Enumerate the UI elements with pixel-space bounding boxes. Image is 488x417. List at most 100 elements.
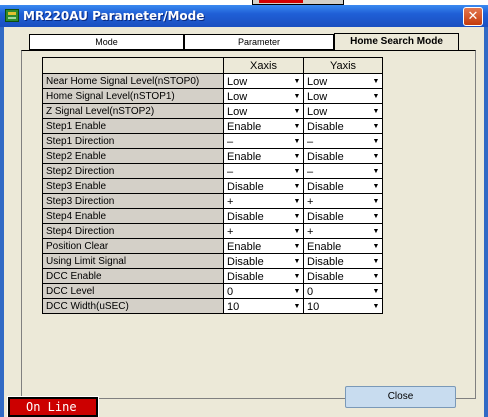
yaxis-dropdown[interactable]: Disable ▼ (305, 210, 381, 223)
yaxis-dropdown[interactable]: Enable ▼ (305, 240, 381, 253)
table-row: Step3 Direction + ▼ + ▼ (42, 193, 383, 209)
yaxis-dropdown[interactable]: Disable ▼ (305, 255, 381, 268)
xaxis-dropdown[interactable]: Enable ▼ (225, 240, 302, 253)
xaxis-cell: 10 ▼ (223, 298, 304, 314)
xaxis-dropdown[interactable]: + ▼ (225, 225, 302, 238)
xaxis-dropdown[interactable]: Disable ▼ (225, 180, 302, 193)
chevron-down-icon[interactable]: ▼ (292, 135, 302, 148)
chevron-down-icon[interactable]: ▼ (371, 240, 381, 253)
xaxis-dropdown[interactable]: + ▼ (225, 195, 302, 208)
yaxis-cell: – ▼ (303, 163, 383, 179)
xaxis-dropdown[interactable]: Disable ▼ (225, 255, 302, 268)
chevron-down-icon[interactable]: ▼ (292, 300, 302, 313)
chevron-down-icon[interactable]: ▼ (371, 105, 381, 118)
yaxis-dropdown[interactable]: Low ▼ (305, 105, 381, 118)
chevron-down-icon[interactable]: ▼ (371, 210, 381, 223)
title-bar[interactable]: MR220AU Parameter/Mode ✕ (0, 5, 488, 27)
xaxis-cell: Low ▼ (223, 73, 304, 89)
xaxis-dropdown[interactable]: – ▼ (225, 135, 302, 148)
chevron-down-icon[interactable]: ▼ (371, 150, 381, 163)
dropdown-value: Low (307, 106, 328, 118)
chevron-down-icon[interactable]: ▼ (371, 90, 381, 103)
close-button[interactable]: Close (345, 386, 456, 408)
background-red-indicator (259, 0, 303, 3)
yaxis-dropdown[interactable]: 10 ▼ (305, 300, 381, 313)
chevron-down-icon[interactable]: ▼ (371, 285, 381, 298)
yaxis-dropdown[interactable]: Disable ▼ (305, 180, 381, 193)
chevron-down-icon[interactable]: ▼ (292, 210, 302, 223)
xaxis-dropdown[interactable]: Low ▼ (225, 90, 302, 103)
tab-parameter[interactable]: Parameter (184, 34, 334, 50)
chevron-down-icon[interactable]: ▼ (292, 180, 302, 193)
yaxis-dropdown[interactable]: + ▼ (305, 225, 381, 238)
xaxis-cell: – ▼ (223, 163, 304, 179)
yaxis-dropdown[interactable]: 0 ▼ (305, 285, 381, 298)
chevron-down-icon[interactable]: ▼ (292, 270, 302, 283)
xaxis-dropdown[interactable]: 10 ▼ (225, 300, 302, 313)
chevron-down-icon[interactable]: ▼ (371, 165, 381, 178)
xaxis-cell: + ▼ (223, 193, 304, 209)
chevron-down-icon[interactable]: ▼ (371, 270, 381, 283)
row-label: DCC Enable (42, 268, 224, 284)
yaxis-dropdown[interactable]: + ▼ (305, 195, 381, 208)
chevron-down-icon[interactable]: ▼ (292, 75, 302, 88)
chevron-down-icon[interactable]: ▼ (292, 240, 302, 253)
yaxis-dropdown[interactable]: Low ▼ (305, 90, 381, 103)
window-close-button[interactable]: ✕ (463, 7, 483, 26)
dropdown-value: Disable (307, 211, 344, 223)
xaxis-cell: + ▼ (223, 223, 304, 239)
chevron-down-icon[interactable]: ▼ (292, 195, 302, 208)
chevron-down-icon[interactable]: ▼ (371, 75, 381, 88)
yaxis-cell: Disable ▼ (303, 253, 383, 269)
dropdown-value: Low (307, 76, 328, 88)
xaxis-dropdown[interactable]: Low ▼ (225, 105, 302, 118)
chevron-down-icon[interactable]: ▼ (292, 225, 302, 238)
table-row: Step1 Enable Enable ▼ Disable ▼ (42, 118, 383, 134)
chevron-down-icon[interactable]: ▼ (371, 135, 381, 148)
yaxis-dropdown[interactable]: Disable ▼ (305, 120, 381, 133)
dropdown-value: Low (227, 91, 248, 103)
row-label: Step1 Direction (42, 133, 224, 149)
chevron-down-icon[interactable]: ▼ (371, 225, 381, 238)
chevron-down-icon[interactable]: ▼ (371, 120, 381, 133)
yaxis-dropdown[interactable]: Disable ▼ (305, 270, 381, 283)
chevron-down-icon[interactable]: ▼ (371, 195, 381, 208)
xaxis-dropdown[interactable]: Disable ▼ (225, 270, 302, 283)
yaxis-dropdown[interactable]: – ▼ (305, 165, 381, 178)
chevron-down-icon[interactable]: ▼ (292, 90, 302, 103)
row-label: Step3 Direction (42, 193, 224, 209)
chevron-down-icon[interactable]: ▼ (371, 180, 381, 193)
tab-home-search-mode[interactable]: Home Search Mode (334, 33, 459, 50)
xaxis-cell: Disable ▼ (223, 268, 304, 284)
xaxis-dropdown[interactable]: 0 ▼ (225, 285, 302, 298)
tab-mode[interactable]: Mode (29, 34, 184, 50)
chevron-down-icon[interactable]: ▼ (371, 255, 381, 268)
xaxis-dropdown[interactable]: – ▼ (225, 165, 302, 178)
row-label: Position Clear (42, 238, 224, 254)
chevron-down-icon[interactable]: ▼ (292, 285, 302, 298)
yaxis-dropdown[interactable]: – ▼ (305, 135, 381, 148)
xaxis-dropdown[interactable]: Disable ▼ (225, 210, 302, 223)
xaxis-dropdown[interactable]: Low ▼ (225, 75, 302, 88)
yaxis-dropdown[interactable]: Low ▼ (305, 75, 381, 88)
row-label: DCC Level (42, 283, 224, 299)
chevron-down-icon[interactable]: ▼ (371, 300, 381, 313)
dropdown-value: Disable (227, 256, 264, 268)
chevron-down-icon[interactable]: ▼ (292, 255, 302, 268)
dropdown-value: Disable (227, 181, 264, 193)
xaxis-dropdown[interactable]: Enable ▼ (225, 120, 302, 133)
window-client-area: Mode Parameter Home Search Mode Xaxis Ya… (4, 27, 484, 417)
column-header-xaxis: Xaxis (223, 57, 304, 74)
chevron-down-icon[interactable]: ▼ (292, 105, 302, 118)
chevron-down-icon[interactable]: ▼ (292, 150, 302, 163)
chevron-down-icon[interactable]: ▼ (292, 120, 302, 133)
dropdown-value: – (307, 136, 314, 148)
column-header-yaxis: Yaxis (303, 57, 383, 74)
xaxis-dropdown[interactable]: Enable ▼ (225, 150, 302, 163)
yaxis-dropdown[interactable]: Disable ▼ (305, 150, 381, 163)
table-header-row: Xaxis Yaxis (42, 57, 383, 74)
yaxis-cell: Disable ▼ (303, 118, 383, 134)
chevron-down-icon[interactable]: ▼ (292, 165, 302, 178)
yaxis-cell: Enable ▼ (303, 238, 383, 254)
dropdown-value: + (307, 226, 314, 238)
